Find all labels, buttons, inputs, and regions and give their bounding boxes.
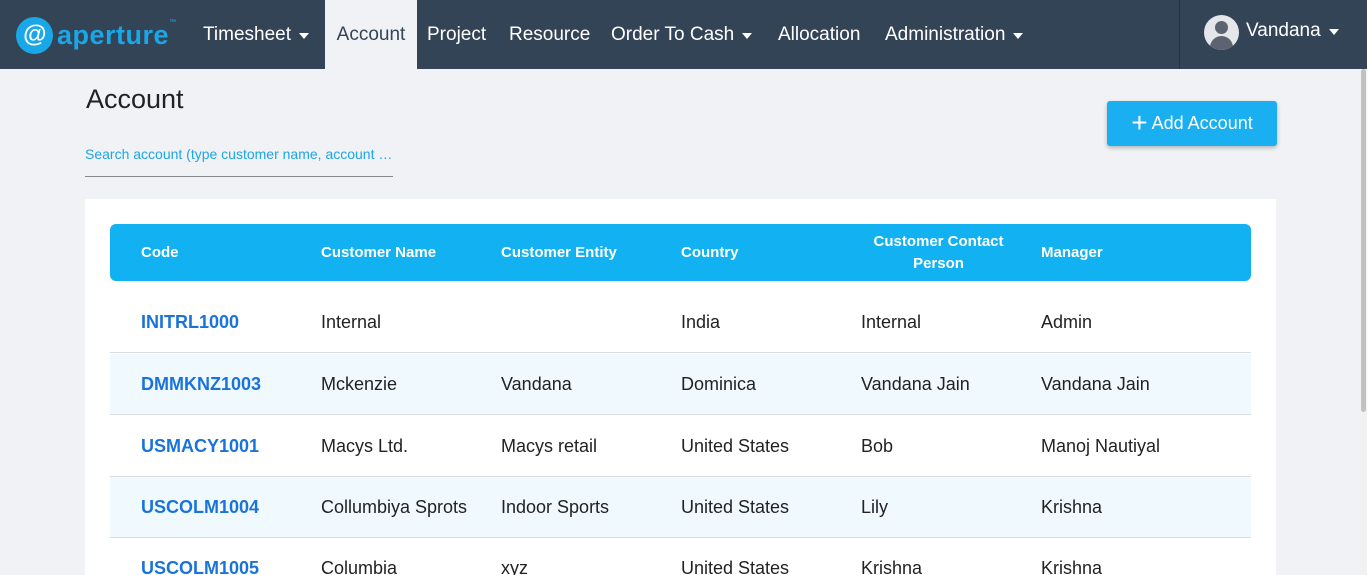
country-cell: United States	[681, 436, 790, 456]
nav-project[interactable]: Project	[427, 0, 486, 69]
table-row[interactable]: USCOLM1005 Columbia xyz United States Kr…	[110, 538, 1251, 575]
account-code-link[interactable]: USMACY1001	[141, 416, 259, 477]
contact-person-cell: Internal	[861, 312, 922, 332]
nav-order-to-cash-label: Order To Cash	[611, 23, 735, 45]
header-country[interactable]: Country	[681, 224, 739, 281]
chevron-down-icon	[299, 32, 309, 39]
table-header: Code Customer Name Customer Entity Count…	[110, 224, 1251, 281]
nav-allocation[interactable]: Allocation	[778, 0, 860, 69]
nav-project-label: Project	[427, 23, 487, 45]
search-input[interactable]	[85, 140, 393, 168]
user-name-label: Vandana	[1246, 20, 1321, 41]
table-row[interactable]: INITRL1000 Internal India Internal Admin	[110, 292, 1251, 353]
aperture-logo[interactable]: @ aperture ™	[16, 15, 176, 55]
search-field	[85, 140, 393, 177]
logo-trademark: ™	[169, 19, 177, 26]
chevron-down-icon	[742, 32, 753, 39]
user-name: Vandana	[1246, 20, 1339, 42]
chevron-down-icon	[1328, 29, 1339, 35]
account-code-link[interactable]: DMMKNZ1003	[141, 354, 261, 415]
nav-resource-label: Resource	[509, 23, 591, 45]
contact-person-cell: Vandana Jain	[861, 374, 970, 394]
nav-timesheet[interactable]: Timesheet	[203, 0, 309, 69]
scrollbar-thumb[interactable]	[1361, 69, 1366, 412]
table-row[interactable]: DMMKNZ1003 Mckenzie Vandana Dominica Van…	[110, 354, 1251, 415]
logo-at-icon: @	[16, 16, 53, 54]
country-cell: Dominica	[681, 374, 757, 394]
country-cell: India	[681, 312, 721, 332]
account-code-link[interactable]: INITRL1000	[141, 292, 239, 353]
nav-administration[interactable]: Administration	[885, 0, 1024, 69]
nav-account[interactable]: Account	[325, 0, 417, 69]
header-customer-entity[interactable]: Customer Entity	[501, 224, 617, 281]
manager-cell: Krishna	[1041, 558, 1103, 575]
manager-cell: Admin	[1041, 312, 1093, 332]
add-account-button[interactable]: + Add Account	[1107, 101, 1277, 146]
nav-administration-label: Administration	[885, 23, 1006, 45]
customer-name-cell: Internal	[321, 312, 382, 332]
header-customer-contact-person[interactable]: Customer Contact Person	[861, 224, 1016, 281]
manager-cell: Manoj Nautiyal	[1041, 436, 1161, 456]
contact-person-cell: Bob	[861, 436, 894, 456]
customer-entity-cell: Indoor Sports	[501, 497, 610, 517]
contact-person-cell: Krishna	[861, 558, 923, 575]
header-manager[interactable]: Manager	[1041, 224, 1103, 281]
manager-cell: Krishna	[1041, 497, 1103, 517]
chevron-down-icon	[1013, 32, 1024, 39]
plus-icon: +	[1131, 106, 1148, 138]
top-navbar: @ aperture ™ Timesheet Account Project R…	[0, 0, 1367, 69]
customer-name-cell: Collumbiya Sprots	[321, 497, 468, 517]
customer-name-cell: Columbia	[321, 558, 398, 575]
accounts-card: Code Customer Name Customer Entity Count…	[85, 199, 1276, 575]
header-customer-name[interactable]: Customer Name	[321, 224, 436, 281]
nav-timesheet-label: Timesheet	[203, 23, 291, 45]
country-cell: United States	[681, 558, 790, 575]
user-avatar-icon	[1204, 15, 1239, 50]
header-code[interactable]: Code	[141, 224, 179, 281]
account-code-link[interactable]: USCOLM1005	[141, 538, 259, 575]
customer-entity-cell: Macys retail	[501, 436, 598, 456]
manager-cell: Vandana Jain	[1041, 374, 1150, 394]
page-title: Account	[86, 84, 184, 114]
logo-text: aperture	[57, 19, 170, 50]
nav-order-to-cash[interactable]: Order To Cash	[611, 0, 753, 69]
table-row[interactable]: USCOLM1004 Collumbiya Sprots Indoor Spor…	[110, 477, 1251, 538]
add-account-label: Add Account	[1151, 113, 1253, 133]
nav-resource[interactable]: Resource	[509, 0, 590, 69]
user-menu[interactable]: Vandana	[1179, 0, 1360, 69]
customer-entity-cell: Vandana	[501, 374, 572, 394]
contact-person-cell: Lily	[861, 497, 889, 517]
customer-name-cell: Macys Ltd.	[321, 436, 409, 456]
country-cell: United States	[681, 497, 790, 517]
page-scrollbar[interactable]	[1360, 69, 1367, 575]
nav-account-label: Account	[336, 23, 406, 45]
table-row[interactable]: USMACY1001 Macys Ltd. Macys retail Unite…	[110, 416, 1251, 477]
customer-entity-cell: xyz	[501, 558, 528, 575]
customer-name-cell: Mckenzie	[321, 374, 398, 394]
nav-allocation-label: Allocation	[778, 23, 861, 45]
account-code-link[interactable]: USCOLM1004	[141, 477, 259, 538]
